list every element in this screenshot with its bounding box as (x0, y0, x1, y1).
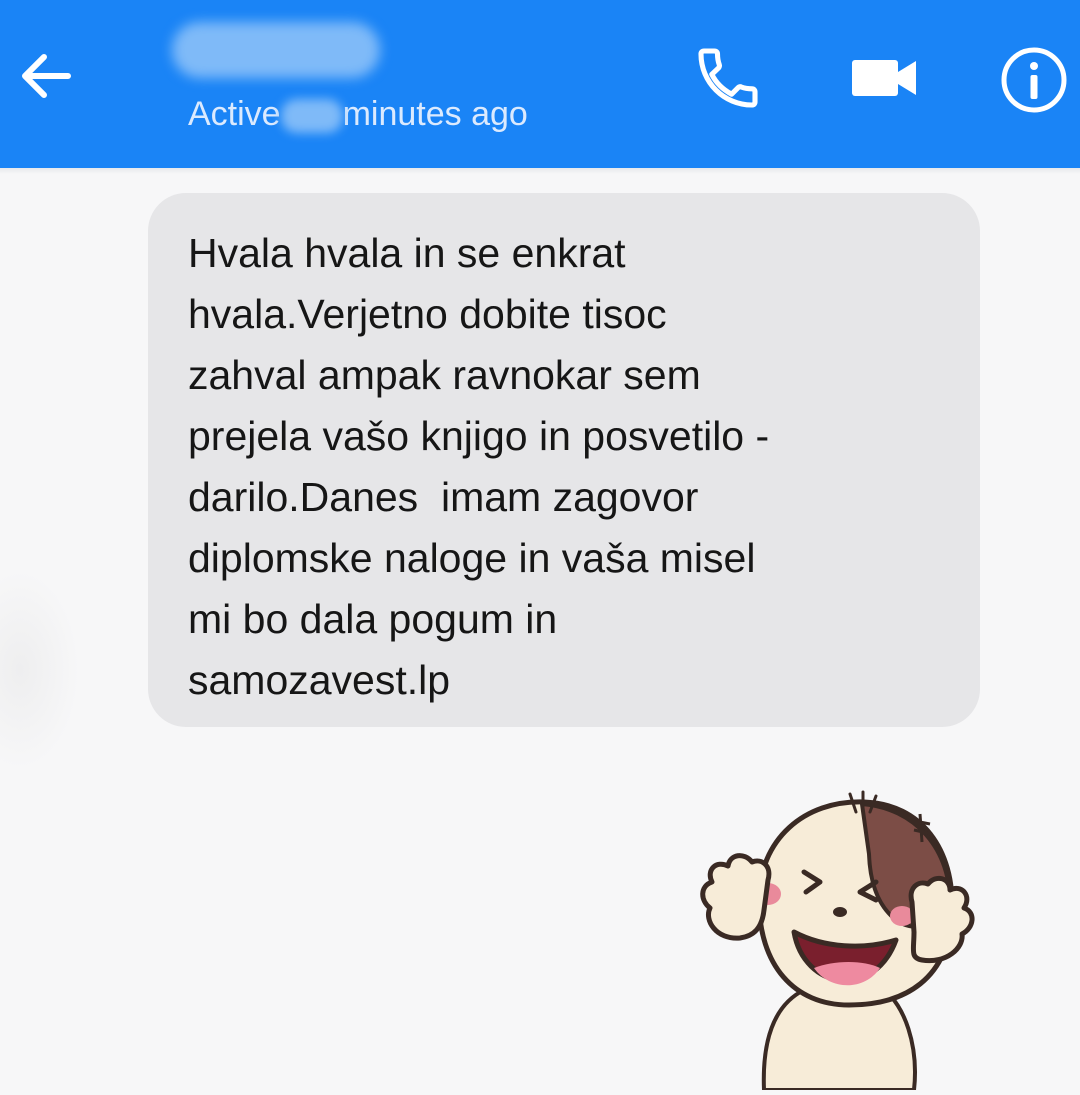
video-camera-icon (852, 60, 916, 96)
message-text: Hvala hvala in se enkrat hvala.Verjetno … (188, 230, 770, 703)
video-call-button[interactable] (846, 46, 922, 110)
header-divider (0, 168, 1080, 174)
status-prefix: Active (188, 95, 281, 133)
contact-name[interactable] (172, 22, 380, 78)
back-button[interactable] (14, 44, 78, 108)
sender-avatar (0, 570, 80, 770)
active-status: Active minutes ago (188, 94, 528, 134)
info-icon (1001, 47, 1067, 113)
laughing-dog-sticker[interactable] (664, 790, 994, 1092)
status-suffix: minutes ago (342, 95, 528, 133)
redacted-time (280, 99, 343, 134)
info-button[interactable] (998, 44, 1070, 116)
dog-sticker-icon (700, 790, 975, 1092)
back-arrow-icon (22, 54, 71, 98)
call-button[interactable] (692, 42, 764, 114)
phone-icon (698, 48, 758, 108)
chat-header: Active minutes ago (0, 0, 1080, 168)
incoming-message-bubble[interactable]: Hvala hvala in se enkrat hvala.Verjetno … (148, 193, 980, 727)
